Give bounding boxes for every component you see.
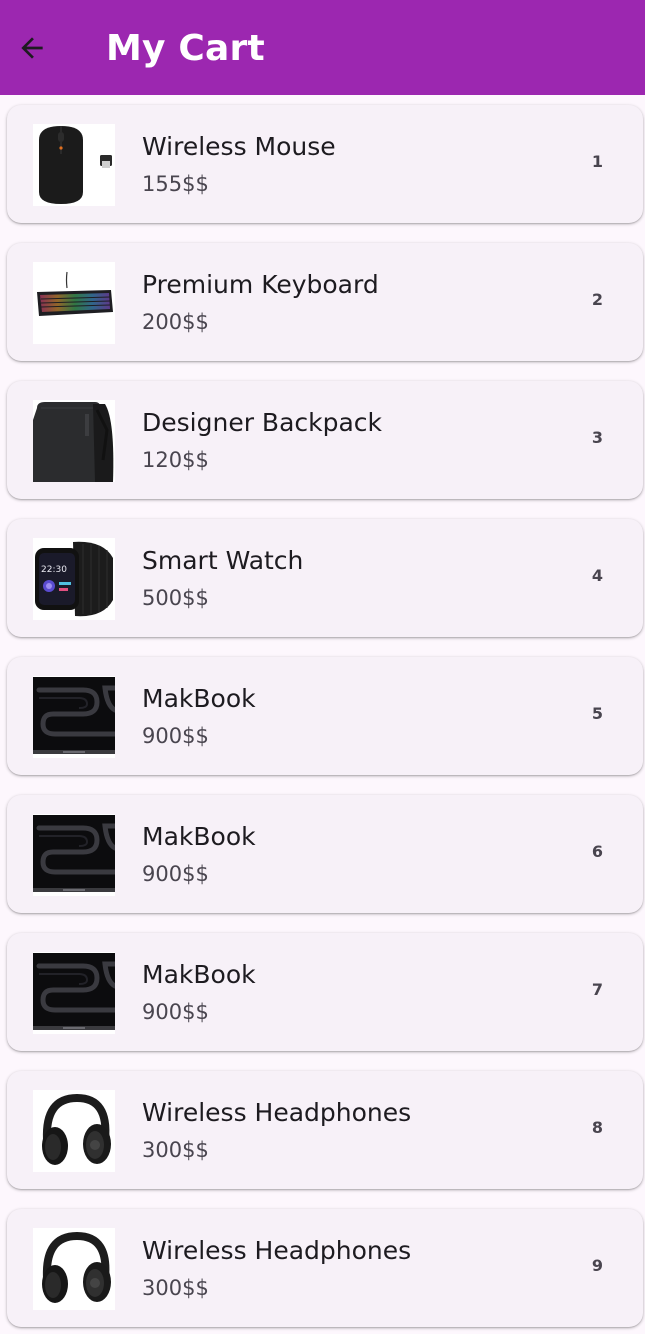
item-price: 200$$: [142, 310, 209, 334]
item-quantity: 7: [591, 980, 603, 999]
item-quantity: 4: [591, 566, 603, 585]
page-title: My Cart: [106, 28, 265, 69]
item-quantity: 8: [591, 1118, 603, 1137]
item-price: 900$$: [142, 1000, 209, 1024]
laptop-image: [33, 952, 115, 1034]
cart-item[interactable]: Designer Backpack 120$$ 3: [7, 381, 643, 499]
laptop-image: [33, 676, 115, 758]
laptop-image: [33, 814, 115, 896]
item-name: Premium Keyboard: [142, 270, 379, 299]
item-name: MakBook: [142, 822, 256, 851]
item-quantity: 1: [591, 152, 603, 171]
cart-item[interactable]: MakBook 900$$ 5: [7, 657, 643, 775]
cart-item[interactable]: Wireless Headphones 300$$ 8: [7, 1071, 643, 1189]
item-price: 500$$: [142, 586, 209, 610]
cart-item[interactable]: 22:30 Smart Watch 500$$ 4: [7, 519, 643, 637]
item-quantity: 3: [591, 428, 603, 447]
back-button[interactable]: [14, 30, 50, 66]
item-name: Wireless Headphones: [142, 1236, 412, 1265]
item-quantity: 9: [591, 1256, 603, 1275]
cart-item[interactable]: Wireless Mouse 155$$ 1: [7, 105, 643, 223]
item-name: Wireless Headphones: [142, 1098, 412, 1127]
item-quantity: 6: [591, 842, 603, 861]
headphones-image: [33, 1090, 115, 1172]
backpack-image: [33, 400, 115, 482]
item-name: Smart Watch: [142, 546, 304, 575]
item-price: 900$$: [142, 862, 209, 886]
item-price: 300$$: [142, 1276, 209, 1300]
arrow-left-icon: [21, 37, 43, 59]
app-bar: My Cart: [0, 0, 645, 95]
cart-item[interactable]: MakBook 900$$ 6: [7, 795, 643, 913]
item-quantity: 2: [591, 290, 603, 309]
headphones-image: [33, 1228, 115, 1310]
cart-item[interactable]: Wireless Headphones 300$$ 9: [7, 1209, 643, 1327]
item-name: MakBook: [142, 960, 256, 989]
item-price: 120$$: [142, 448, 209, 472]
item-name: Wireless Mouse: [142, 132, 336, 161]
cart-item[interactable]: MakBook 900$$ 7: [7, 933, 643, 1051]
item-price: 300$$: [142, 1138, 209, 1162]
cart-item[interactable]: Premium Keyboard 200$$ 2: [7, 243, 643, 361]
item-price: 155$$: [142, 172, 209, 196]
watch-time-text: 22:30: [41, 565, 67, 575]
watch-image: 22:30: [33, 538, 115, 620]
item-quantity: 5: [591, 704, 603, 723]
keyboard-image: [33, 262, 115, 344]
item-name: MakBook: [142, 684, 256, 713]
item-price: 900$$: [142, 724, 209, 748]
item-name: Designer Backpack: [142, 408, 383, 437]
mouse-image: [33, 124, 115, 206]
